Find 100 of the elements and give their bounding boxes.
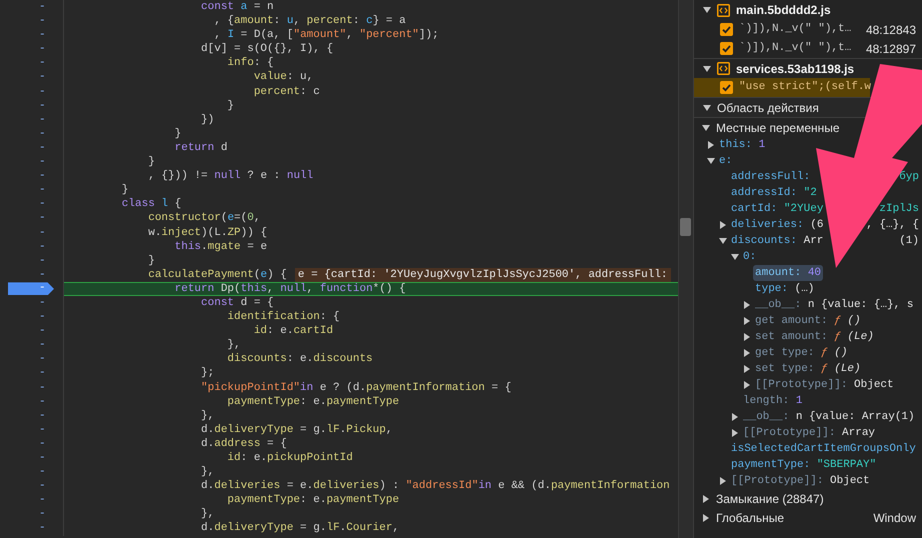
line-number[interactable]: - <box>39 0 46 14</box>
line-number[interactable]: - <box>39 56 46 70</box>
property-name[interactable]: set amount: <box>755 328 828 346</box>
line-number[interactable]: - <box>39 70 46 85</box>
scope-section-value: Window <box>873 510 917 526</box>
property-name[interactable]: paymentType: <box>731 456 810 474</box>
property-name[interactable]: get amount: <box>755 312 828 330</box>
property-name[interactable]: addressId: <box>731 184 798 202</box>
property-name[interactable]: __ob__: <box>743 408 790 426</box>
collapsed-triangle-icon[interactable] <box>719 477 727 485</box>
file-name[interactable]: main.5bdddd2.js <box>736 1 831 19</box>
property-name[interactable]: deliveries: <box>731 216 804 234</box>
breakpoint-row[interactable]: `)]),N._v(" "),t… 48:12843 <box>694 20 922 39</box>
expanded-triangle-icon[interactable] <box>707 157 715 165</box>
property-name[interactable]: type: <box>755 280 788 298</box>
property-value: 1 <box>796 394 802 409</box>
property-name[interactable]: 0: <box>743 248 756 266</box>
line-number[interactable]: - <box>39 197 46 212</box>
checkbox[interactable] <box>720 42 733 55</box>
property-name[interactable]: [[Prototype]]: <box>731 472 824 490</box>
line-number[interactable]: - <box>39 98 46 113</box>
code-line: d.address = { <box>200 436 287 451</box>
property-name[interactable]: this: <box>719 136 752 154</box>
line-number[interactable]: - <box>39 14 46 28</box>
line-number[interactable]: - <box>39 84 46 99</box>
scope-section-title[interactable]: Местные переменные <box>716 118 840 136</box>
collapsed-triangle-icon[interactable] <box>743 333 751 341</box>
scope-section-title[interactable]: Замыкание (28847) <box>716 490 824 508</box>
line-number[interactable]: - <box>39 394 46 409</box>
code-line: const d = { <box>200 296 274 310</box>
collapsed-triangle-icon[interactable] <box>743 317 751 325</box>
checkbox[interactable] <box>720 81 733 94</box>
property-name[interactable]: e: <box>719 152 732 170</box>
script-file-icon <box>717 4 730 16</box>
line-number[interactable]: - <box>39 422 46 437</box>
scope-section-title[interactable]: Глобальные <box>716 508 784 526</box>
expanded-triangle-icon[interactable] <box>731 253 739 261</box>
expanded-triangle-icon[interactable] <box>703 64 711 72</box>
line-number[interactable]: - <box>39 240 46 254</box>
property-name[interactable]: length: <box>743 392 790 410</box>
property-name[interactable]: isSelectedCartItemGroupsOnly <box>731 440 916 458</box>
line-number[interactable]: - <box>39 183 46 198</box>
line-number[interactable]: - <box>39 465 46 480</box>
code-line: "pickupPointId"in e ? (d.paymentInformation = { <box>200 380 512 395</box>
breakpoint-row[interactable]: `)]),N._v(" "),t… 48:12897 <box>694 39 922 58</box>
property-name[interactable]: [[Prototype]]: <box>743 424 836 442</box>
property-name[interactable]: addressFull: <box>731 168 810 186</box>
line-number[interactable]: - <box>39 493 46 508</box>
collapsed-triangle-icon[interactable] <box>731 413 739 421</box>
line-number[interactable]: - <box>39 169 46 184</box>
line-number[interactable]: - <box>39 211 46 226</box>
line-number[interactable]: - <box>39 42 46 56</box>
line-number[interactable]: - <box>39 226 46 240</box>
active-breakpoint-row[interactable]: "use strict";(self.w <box>694 78 870 97</box>
line-number[interactable]: - <box>39 324 46 338</box>
line-number[interactable]: - <box>39 352 46 366</box>
line-number[interactable]: - <box>39 366 46 381</box>
line-number[interactable]: - <box>39 112 46 127</box>
property-name[interactable]: cartId: <box>731 200 778 218</box>
line-number[interactable]: - <box>39 296 46 310</box>
line-number[interactable]: - <box>39 126 46 141</box>
property-name[interactable]: discounts: <box>731 232 798 250</box>
line-number[interactable]: - <box>39 28 46 42</box>
line-number[interactable]: - <box>39 380 46 395</box>
collapsed-triangle-icon[interactable] <box>743 365 751 373</box>
line-number[interactable]: - <box>39 338 46 352</box>
line-number[interactable]: - <box>39 408 46 423</box>
line-number[interactable]: - <box>39 254 46 268</box>
collapsed-triangle-icon[interactable] <box>719 221 727 229</box>
collapsed-triangle-icon[interactable] <box>743 349 751 357</box>
collapsed-triangle-icon[interactable] <box>707 141 715 149</box>
expanded-triangle-icon[interactable] <box>702 124 710 132</box>
collapsed-triangle-icon[interactable] <box>702 494 710 502</box>
line-number[interactable]: - <box>39 155 46 170</box>
collapsed-triangle-icon[interactable] <box>743 301 751 309</box>
property-name[interactable]: set type: <box>755 360 814 378</box>
line-number[interactable]: - <box>39 451 46 466</box>
line-number[interactable]: - <box>39 310 46 324</box>
selected-property[interactable]: amount: 40 <box>753 264 824 282</box>
scrollbar-thumb[interactable] <box>680 218 691 236</box>
property-name[interactable]: [[Prototype]]: <box>755 376 848 394</box>
line-number[interactable]: - <box>39 436 46 451</box>
line-number[interactable]: - <box>39 268 46 282</box>
collapsed-triangle-icon[interactable] <box>731 429 739 437</box>
line-number[interactable]: - <box>39 507 46 522</box>
expanded-triangle-icon[interactable] <box>719 237 727 245</box>
checkbox[interactable] <box>720 23 733 36</box>
collapsed-triangle-icon[interactable] <box>702 514 710 522</box>
expanded-triangle-icon[interactable] <box>703 104 711 112</box>
property-name[interactable]: get type: <box>755 344 814 362</box>
expanded-triangle-icon[interactable] <box>703 6 711 14</box>
line-number[interactable]: - <box>39 521 46 536</box>
scrollbar-track[interactable] <box>678 0 693 538</box>
property-name[interactable]: __ob__: <box>755 296 802 314</box>
line-number[interactable]: - <box>39 140 46 156</box>
line-number[interactable]: - <box>39 479 46 494</box>
code-line: discounts: e.discounts <box>226 352 373 366</box>
file-name[interactable]: services.53ab1198.js <box>736 60 854 78</box>
code-line: } <box>226 98 234 113</box>
collapsed-triangle-icon[interactable] <box>743 381 751 389</box>
